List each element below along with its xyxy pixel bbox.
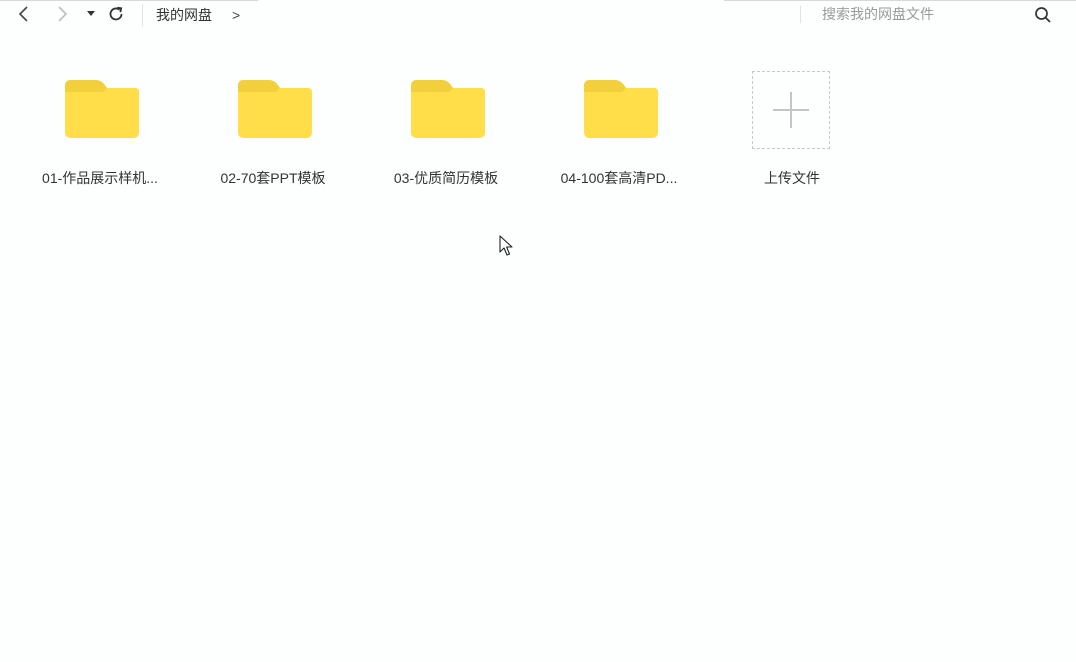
chevron-right-icon — [58, 6, 68, 22]
search-input[interactable] — [812, 3, 1032, 25]
breadcrumb-separator[interactable]: > — [232, 6, 240, 24]
plus-icon — [773, 92, 809, 128]
toolbar: 我的网盘 > — [0, 0, 1076, 30]
forward-button[interactable] — [52, 4, 72, 24]
folder-item[interactable]: 02-70套PPT模板 — [198, 70, 348, 200]
upload-file-button[interactable]: 上传文件 — [716, 70, 868, 200]
folder-icon — [238, 80, 312, 138]
folder-name: 01-作品展示样机... — [42, 170, 158, 186]
folder-name: 02-70套PPT模板 — [220, 170, 326, 186]
search-icon — [1035, 7, 1051, 23]
folder-name: 04-100套高清PD... — [560, 170, 678, 186]
toolbar-divider — [142, 4, 143, 26]
search-divider — [800, 6, 801, 23]
folder-name: 03-优质简历模板 — [393, 170, 499, 186]
refresh-button[interactable] — [106, 4, 126, 24]
upload-drop-box[interactable] — [752, 71, 830, 149]
folder-icon — [65, 80, 139, 138]
back-button[interactable] — [14, 4, 34, 24]
folder-item[interactable]: 03-优质简历模板 — [371, 70, 521, 200]
mouse-cursor-icon — [499, 235, 513, 256]
folder-icon — [584, 80, 658, 138]
toolbar-top-border — [0, 0, 258, 1]
history-dropdown-button[interactable] — [81, 4, 101, 24]
toolbar-top-border-right — [724, 0, 1076, 1]
folder-icon — [411, 80, 485, 138]
folder-item[interactable]: 04-100套高清PD... — [544, 70, 694, 200]
breadcrumb-root[interactable]: 我的网盘 — [156, 6, 212, 24]
chevron-left-icon — [18, 6, 28, 22]
search-button[interactable] — [1032, 4, 1054, 26]
caret-down-icon — [87, 11, 95, 16]
upload-file-label: 上传文件 — [764, 170, 820, 186]
refresh-icon — [109, 6, 123, 21]
folder-item[interactable]: 01-作品展示样机... — [25, 70, 175, 200]
